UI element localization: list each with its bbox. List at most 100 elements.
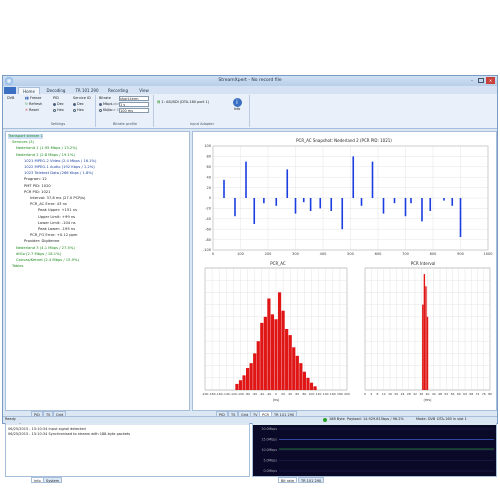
x-tick-label: 0 — [364, 392, 366, 396]
ribbon-divider — [95, 95, 96, 127]
tab-system[interactable]: System — [43, 477, 63, 483]
histogram-bar — [253, 353, 257, 390]
tree-row[interactable]: PCR_AC Error: 43 ns — [30, 202, 67, 207]
snapshot-bar — [443, 198, 445, 201]
x-tick-label: 200 — [265, 252, 272, 256]
histogram-title: PCR Interval — [411, 261, 436, 266]
histogram-bar — [281, 310, 285, 390]
tree-row[interactable]: PCR_FO Error: +0.12 ppm — [30, 233, 77, 238]
tree-row[interactable]: Upper Limit: +99 ns — [38, 215, 75, 220]
tree-row[interactable]: Transport stream 1 — [8, 134, 43, 139]
tab-bitrate[interactable]: Bit rate — [278, 477, 297, 483]
close-button[interactable]: ✕ — [486, 77, 495, 84]
tree-row[interactable]: Peak Lower: -195 ns — [38, 227, 75, 232]
label-select[interactable]: 1 s — [119, 102, 149, 107]
histogram-bar — [274, 319, 278, 390]
histogram-bar — [277, 292, 282, 390]
tree-row[interactable]: dtGo (2.7 Mbps / 18.1%) — [16, 252, 61, 257]
tree-row[interactable]: Nederland 2 (2.8 Mbps / 19.1%) — [16, 153, 75, 158]
tree-row[interactable]: Nederland 1 (1.95 Mbps / 13.2%) — [16, 146, 77, 151]
x-tick-label: 500 — [347, 252, 354, 256]
x-tick-label: 76 — [482, 392, 486, 396]
x-tick-label: 52 — [444, 392, 448, 396]
x-tick-label: 140 — [323, 392, 329, 396]
tree-row[interactable]: Peak Upper: +151 ns — [38, 208, 77, 213]
snapshot-bar — [330, 198, 333, 211]
tree-row[interactable]: 1022 MPEG-1 Audio (192 Kbps / 1.2%) — [24, 165, 95, 170]
tree-row[interactable]: Program: 12 — [24, 177, 47, 182]
x-tick-label: 24 — [401, 392, 405, 396]
bitrate-label: Bitrate — [99, 96, 111, 100]
snapshot-bar — [263, 198, 265, 204]
bitrate-mode-select[interactable]: short-term — [119, 96, 149, 101]
x-tick-label: -100 — [237, 392, 244, 396]
tree-row[interactable]: PCR PID: 1021 — [24, 190, 50, 195]
snapshot-bar — [234, 198, 236, 217]
freeze-button[interactable]: ▮▮ Freeze — [25, 96, 41, 101]
group-settings-label: Settings — [50, 122, 66, 126]
app-menu-button[interactable] — [4, 87, 16, 94]
tab-decoding[interactable]: Decoding — [43, 87, 69, 94]
tree-row[interactable]: PMT PID: 1020 — [24, 184, 51, 189]
pid-label: PID — [53, 96, 59, 100]
adapter-label: 1: ASI/SDI (DTA-160 port 1) — [161, 100, 210, 104]
pcr-interval-histogram: PCR Interval0 4 8 12 16 20 24 28 32 36 40 44 48 52 56 6… — [364, 261, 492, 402]
stream-tree[interactable]: Transport stream 1 Services (3) Nederland … — [5, 131, 190, 411]
x-unit-label: (ns) — [273, 398, 280, 402]
x-tick-label: 80 — [488, 392, 492, 396]
histogram-bar — [288, 335, 292, 390]
time-slice-select[interactable]: 100 ms — [119, 108, 149, 113]
trend-y-label: 10.0Mbps — [261, 448, 277, 452]
status-mode: Mode: DVB — [416, 417, 436, 421]
histogram-bar — [309, 382, 314, 390]
tree-row[interactable]: Tables — [12, 264, 23, 269]
refresh-label: Refresh — [29, 102, 43, 106]
adapter-select[interactable]: ▤ 1: ASI/SDI (DTA-160 port 1) — [157, 100, 209, 105]
tree-row[interactable]: Services (3) — [12, 140, 34, 145]
status-packet-size: 188 Byte — [329, 417, 345, 421]
tab-tr101290-trend[interactable]: TR 101 290 — [298, 477, 325, 483]
tab-home[interactable]: Home — [18, 87, 40, 94]
tree-row[interactable]: Canvas/Ketnet (2.4 Mbps / 15.9%) — [16, 258, 79, 263]
tree-row[interactable]: Lower Limit: -104 ns — [38, 221, 76, 226]
info-button[interactable]: i Info — [230, 98, 244, 120]
service-dec-radio[interactable]: Dec — [73, 102, 84, 107]
x-tick-label: 72 — [476, 392, 480, 396]
reset-button[interactable]: ✕ Reset — [25, 108, 39, 113]
group-bitrate-label: Bitrate profile — [112, 122, 138, 126]
messages-panel: Messages 06/25/2015 - 15:10:34 Input sig… — [5, 419, 250, 477]
pid-dec-radio[interactable]: Dec — [53, 102, 64, 107]
tab-info[interactable]: Info — [31, 477, 44, 483]
status-payload: Payload: 14.929.815bps / 96.2% — [347, 417, 404, 421]
histogram-bar — [267, 298, 271, 390]
histogram-bar — [235, 383, 239, 390]
tree-row[interactable]: Nederland 3 (4.1 Mbps / 27.5%) — [16, 246, 75, 251]
tree-row[interactable]: Provider: Digitenne — [24, 239, 59, 244]
snapshot-bar — [382, 198, 385, 214]
tab-view[interactable]: View — [135, 87, 153, 94]
snapshot-bar — [393, 198, 396, 204]
x-tick-label: 12 — [382, 392, 386, 396]
tree-row[interactable]: 1023 Teletext Data (266 Kbps / 1.8%) — [24, 171, 93, 176]
maximize-button[interactable] — [478, 78, 484, 83]
pid-hex-radio[interactable]: Hex — [53, 108, 64, 113]
snapshot-bar — [360, 198, 363, 206]
histogram-bar — [426, 316, 429, 390]
tab-recording[interactable]: Recording — [105, 87, 131, 94]
tree-row[interactable]: 1021 MPEG-2 Video (2.4 Mbps / 16.1%) — [24, 159, 97, 164]
message-line: 06/25/2015 - 15:10:34 Input signal detec… — [8, 427, 86, 431]
ribbon: Home Decoding TR 101 290 Recording View … — [3, 86, 497, 129]
tab-tr101290[interactable]: TR 101 290 — [73, 87, 101, 94]
minimize-button[interactable]: – — [469, 78, 475, 83]
tree-row[interactable]: Interval: 37.8 ms (27.0 PCR/s) — [30, 196, 85, 201]
pcr-ac-histogram: PCR_AC-200 -180 -160 -140 -120 -100 -80 -60 -40-… — [202, 261, 350, 402]
trend-tabs: Bit rate TR 101 290 — [252, 477, 497, 483]
histogram-bar — [238, 380, 243, 390]
x-tick-label: 32 — [413, 392, 417, 396]
x-tick-label: 80 — [302, 392, 306, 396]
x-tick-label: 4 — [370, 392, 372, 396]
service-hex-radio[interactable]: Hex — [73, 108, 84, 113]
message-line: 06/25/2015 - 15:10:34 Synchronised to st… — [8, 432, 131, 436]
refresh-button[interactable]: ↻ Refresh — [25, 102, 42, 107]
x-tick-label: 0 — [275, 392, 277, 396]
